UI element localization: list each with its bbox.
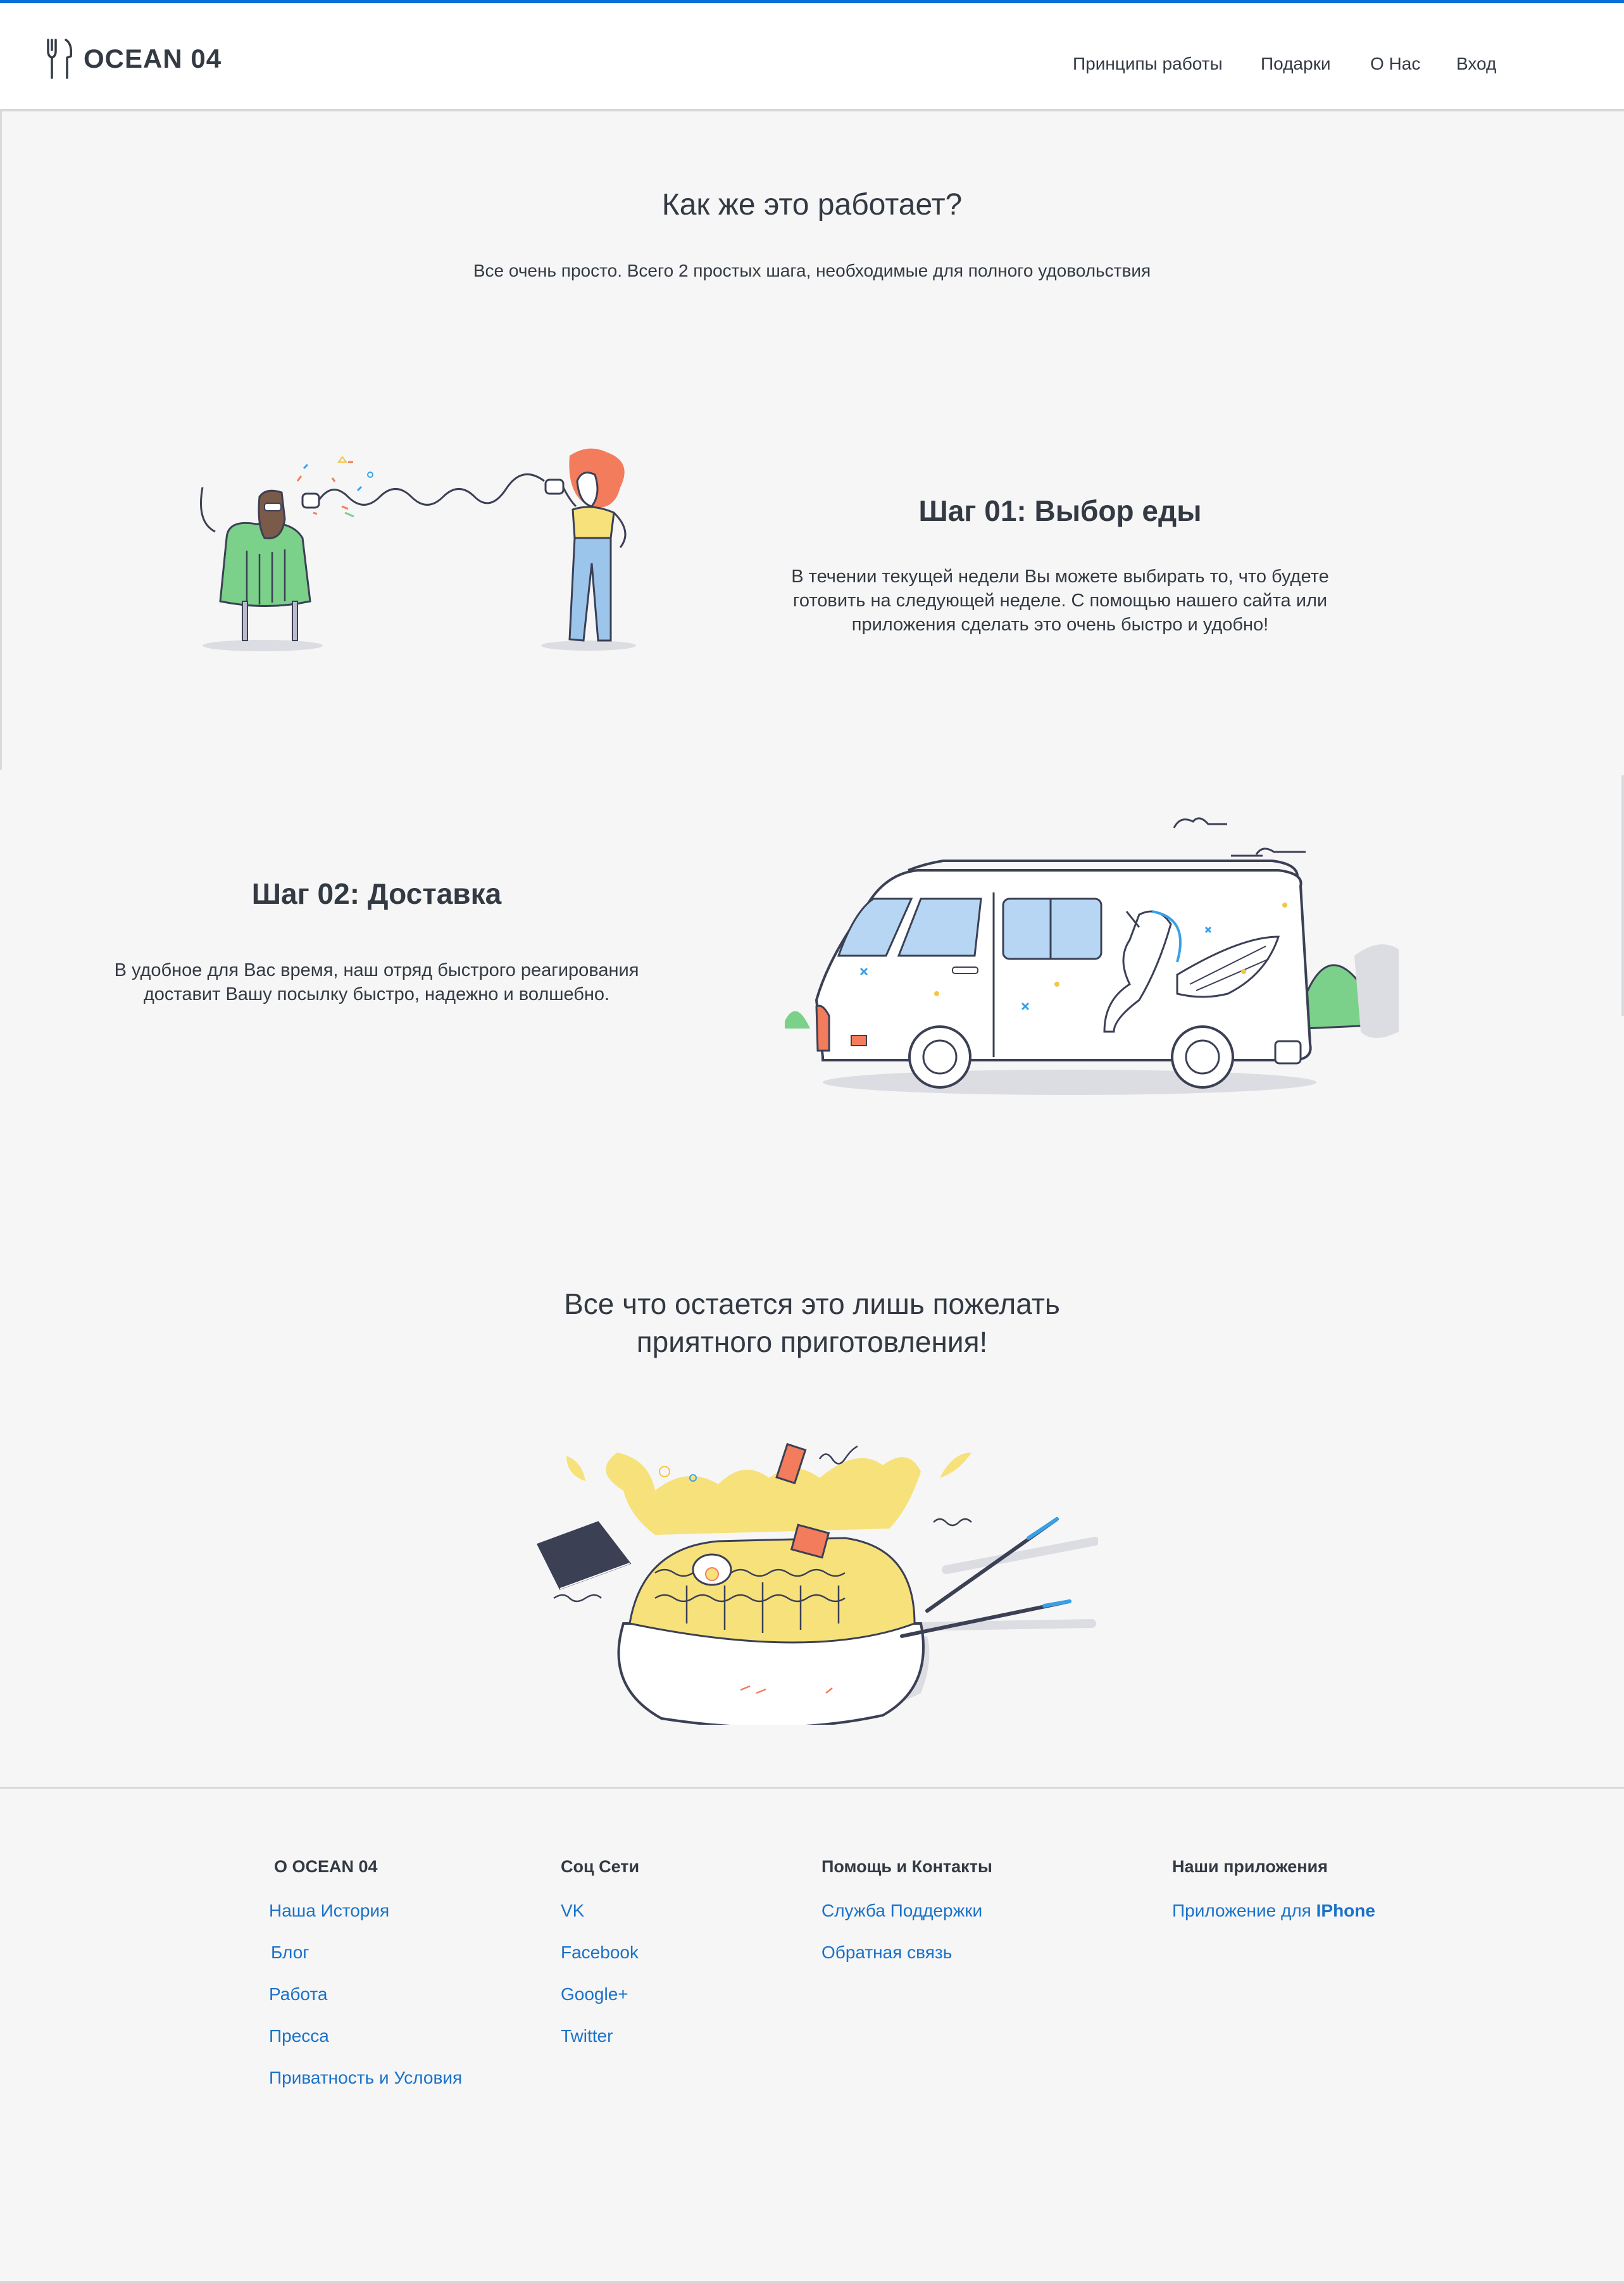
tin-can-phone-people-illustration bbox=[200, 448, 636, 651]
main-nav: Принципы работы Подарки О Нас Вход bbox=[0, 54, 1624, 79]
footer-about-title: О OCEAN 04 bbox=[274, 1857, 378, 1876]
step-2-title: Шаг 02: Доставка bbox=[251, 877, 502, 910]
footer-link-blog[interactable]: Блог bbox=[269, 1941, 462, 1964]
nav-login[interactable]: Вход bbox=[1456, 54, 1496, 74]
site-header: OCEAN 04 Принципы работы Подарки О Нас В… bbox=[0, 3, 1624, 111]
closing-wish: Все что остается это лишь пожелать прият… bbox=[0, 1285, 1624, 1361]
footer-link-google-plus[interactable]: Google+ bbox=[561, 1983, 639, 2006]
nav-gifts[interactable]: Подарки bbox=[1261, 54, 1330, 74]
unicorn-van-illustration bbox=[785, 817, 1399, 1095]
footer-link-support[interactable]: Служба Поддержки bbox=[821, 1899, 992, 1922]
iphone-app-bold: IPhone bbox=[1316, 1901, 1375, 1920]
noodle-bowl-illustration bbox=[536, 1442, 1098, 1725]
footer-about-column: О OCEAN 04 Наша История Блог Работа Прес… bbox=[269, 1857, 462, 2108]
nav-about[interactable]: О Нас bbox=[1370, 54, 1420, 74]
footer-link-press[interactable]: Пресса bbox=[269, 2025, 462, 2048]
footer-link-feedback[interactable]: Обратная связь bbox=[821, 1941, 992, 1964]
closing-wish-line-1: Все что остается это лишь пожелать bbox=[564, 1287, 1060, 1320]
footer-link-history[interactable]: Наша История bbox=[269, 1899, 462, 1922]
footer-social-title: Соц Сети bbox=[561, 1857, 640, 1876]
site-footer: О OCEAN 04 Наша История Блог Работа Прес… bbox=[0, 1789, 1624, 2283]
right-border bbox=[1621, 775, 1624, 1016]
how-it-works-title: Как же это работает? bbox=[661, 188, 963, 222]
step-2-text: В удобное для Вас время, наш отряд быстр… bbox=[114, 960, 639, 1004]
footer-link-jobs[interactable]: Работа bbox=[269, 1983, 462, 2006]
footer-help-column: Помощь и Контакты Служба Поддержки Обрат… bbox=[821, 1857, 992, 1983]
footer-link-twitter[interactable]: Twitter bbox=[561, 2025, 639, 2048]
footer-link-iphone-app[interactable]: Приложение для IPhone bbox=[1172, 1899, 1375, 1922]
step-1-title: Шаг 01: Выбор еды bbox=[918, 494, 1202, 527]
footer-link-facebook[interactable]: Facebook bbox=[561, 1941, 639, 1964]
footer-social-column: Соц Сети VK Facebook Google+ Twitter bbox=[561, 1857, 639, 2067]
footer-help-title: Помощь и Контакты bbox=[821, 1857, 992, 1876]
iphone-app-prefix: Приложение для bbox=[1172, 1901, 1316, 1920]
how-it-works-subtitle: Все очень просто. Всего 2 простых шага, … bbox=[473, 261, 1151, 280]
nav-principles[interactable]: Принципы работы bbox=[1073, 54, 1223, 74]
footer-link-vk[interactable]: VK bbox=[561, 1899, 639, 1922]
footer-apps-column: Наши приложения Приложение для IPhone bbox=[1172, 1857, 1375, 1941]
closing-wish-line-2: приятного приготовления! bbox=[636, 1325, 988, 1358]
step-1-text: В течении текущей недели Вы можете выбир… bbox=[791, 566, 1329, 635]
footer-link-privacy[interactable]: Приватность и Условия bbox=[269, 2067, 462, 2089]
footer-apps-title: Наши приложения bbox=[1172, 1857, 1328, 1876]
